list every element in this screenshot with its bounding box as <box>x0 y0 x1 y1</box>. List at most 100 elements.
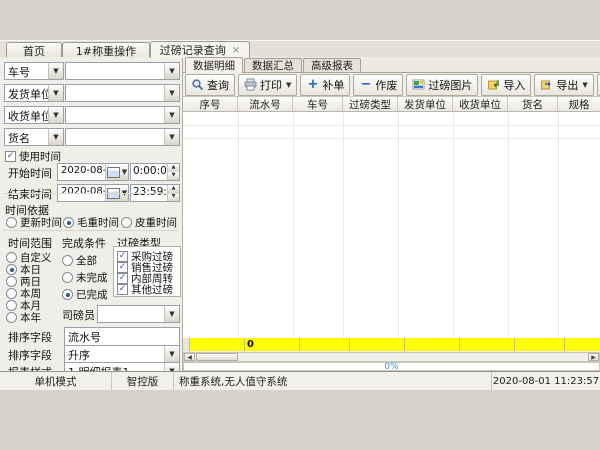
radio-update-time[interactable]: 更新时间 <box>6 215 62 230</box>
start-time-label: 开始时间 <box>8 165 52 181</box>
use-time-checkbox[interactable]: ✓ 使用时间 <box>5 149 61 164</box>
radio-icon <box>62 255 73 266</box>
goods-value-combo[interactable]: ▼ <box>65 128 180 146</box>
sort-field-label: 排序字段 <box>8 329 52 345</box>
weigh-photo-button[interactable]: 过磅图片 <box>406 74 478 96</box>
chevron-down-icon[interactable]: ▼ <box>48 63 63 79</box>
radio-gross-time[interactable]: 毛重时间 <box>63 215 119 230</box>
checkbox-checked-icon: ✓ <box>117 284 128 295</box>
scroll-left-icon[interactable]: ◀ <box>184 353 195 361</box>
sort-order-combo[interactable]: 升序▼ <box>64 345 180 363</box>
goods-field-select[interactable]: 货名▼ <box>4 128 64 146</box>
close-icon[interactable]: × <box>232 45 240 56</box>
radio-icon <box>6 312 17 323</box>
time-range-label: 时间范围 <box>8 235 52 251</box>
horizontal-scrollbar[interactable]: ◀ ▶ <box>183 352 600 362</box>
weigher-label: 司磅员 <box>62 307 95 323</box>
vehicle-no-field-select[interactable]: 车号▼ <box>4 62 64 80</box>
shipper-field-select[interactable]: 发货单位▼ <box>4 84 64 102</box>
report-style-combo[interactable]: 1.明细报表1▼ <box>64 362 180 371</box>
export-button[interactable]: 导出 ▼ <box>534 74 593 96</box>
subtab-data-detail[interactable]: 数据明细 <box>185 57 243 73</box>
summary-cell <box>190 338 245 351</box>
col-header-seq[interactable]: 序号 <box>183 97 238 111</box>
toolbar: 查询 打印 ▼ + 补单 − 作废 过磅图片 导入 <box>183 73 600 96</box>
status-datetime: 2020-08-01 11:23:57 <box>492 372 600 390</box>
data-subtab-strip: 数据明细 数据汇总 高级报表 <box>183 57 600 73</box>
radio-icon <box>121 217 132 228</box>
progress-bar: 0% <box>183 362 600 371</box>
status-edition: 智控版 <box>112 372 174 390</box>
shipper-value-combo[interactable]: ▼ <box>65 84 180 102</box>
calendar-icon[interactable]: ▼ <box>105 164 128 180</box>
scroll-right-icon[interactable]: ▶ <box>588 353 599 361</box>
col-header-spec[interactable]: 规格 <box>558 97 600 111</box>
filter-panel: 车号▼ ▼ 发货单位▼ ▼ 收货单位▼ ▼ 货名▼ ▼ ✓ 使用时间 开始时间 … <box>0 57 183 371</box>
chevron-down-icon[interactable]: ▼ <box>582 81 587 89</box>
table-header: 序号 流水号 车号 过磅类型 发货单位 收货单位 货名 规格 <box>183 96 600 112</box>
col-header-goods[interactable]: 货名 <box>508 97 558 111</box>
printer-icon <box>244 78 257 91</box>
table-body[interactable] <box>183 112 600 338</box>
summary-cell <box>300 338 350 351</box>
tab-home[interactable]: 首页 <box>6 42 62 58</box>
chevron-down-icon[interactable]: ▼ <box>164 363 179 371</box>
radio-finished[interactable]: 已完成 <box>62 287 108 302</box>
summary-cell <box>460 338 515 351</box>
weigher-combo[interactable]: ▼ <box>97 305 180 323</box>
scrollbar-thumb[interactable] <box>196 353 238 361</box>
summary-cell <box>350 338 405 351</box>
spinner-arrows-icon[interactable]: ▲▼ <box>167 164 179 180</box>
radio-icon <box>62 272 73 283</box>
chevron-down-icon[interactable]: ▼ <box>164 63 179 79</box>
sort-field-input[interactable]: 流水号 <box>64 327 180 346</box>
checkbox-other-weigh[interactable]: ✓其他过磅 <box>117 282 173 297</box>
chevron-down-icon[interactable]: ▼ <box>164 346 179 362</box>
finish-cond-label: 完成条件 <box>62 235 106 251</box>
print-button[interactable]: 打印 ▼ <box>238 74 297 96</box>
col-header-serial-no[interactable]: 流水号 <box>238 97 293 111</box>
chevron-down-icon[interactable]: ▼ <box>164 85 179 101</box>
query-button[interactable]: 查询 <box>185 74 235 96</box>
tab-weighing-operation[interactable]: 1#称重操作 <box>62 42 150 58</box>
subtab-advanced-report[interactable]: 高级报表 <box>303 58 361 72</box>
radio-tare-time[interactable]: 皮重时间 <box>121 215 177 230</box>
radio-this-year[interactable]: 本年 <box>6 310 41 325</box>
chevron-down-icon[interactable]: ▼ <box>48 107 63 123</box>
summary-cell <box>515 338 565 351</box>
import-button[interactable]: 导入 <box>481 74 531 96</box>
vehicle-no-value-combo[interactable]: ▼ <box>65 62 180 80</box>
col-header-vehicle-no[interactable]: 车号 <box>293 97 343 111</box>
radio-all[interactable]: 全部 <box>62 253 97 268</box>
plus-icon: + <box>306 78 319 91</box>
tab-weighing-record-query[interactable]: 过磅记录查询 × <box>150 41 250 58</box>
search-icon <box>191 78 204 91</box>
receiver-field-select[interactable]: 收货单位▼ <box>4 106 64 124</box>
receiver-value-combo[interactable]: ▼ <box>65 106 180 124</box>
weigh-type-box: ✓采购过磅 ✓销售过磅 ✓内部周转 ✓其他过磅 <box>113 246 181 297</box>
chevron-down-icon[interactable]: ▼ <box>164 107 179 123</box>
chevron-down-icon[interactable]: ▼ <box>164 129 179 145</box>
start-date-picker[interactable]: 2020-08-01 ▼ <box>57 163 129 181</box>
summary-cell-serial-count: 0 <box>245 338 300 351</box>
supplement-order-button[interactable]: + 补单 <box>300 74 350 96</box>
radio-icon <box>6 217 17 228</box>
col-header-shipper[interactable]: 发货单位 <box>398 97 453 111</box>
void-button[interactable]: − 作废 <box>353 74 403 96</box>
summary-row: 0 <box>183 338 600 351</box>
chevron-down-icon[interactable]: ▼ <box>48 129 63 145</box>
radio-unfinished[interactable]: 未完成 <box>62 270 108 285</box>
import-icon <box>487 78 500 91</box>
chevron-down-icon[interactable]: ▼ <box>286 81 291 89</box>
end-time-label: 结束时间 <box>8 186 52 202</box>
chevron-down-icon[interactable]: ▼ <box>164 306 179 322</box>
chevron-down-icon[interactable]: ▼ <box>48 85 63 101</box>
status-mode: 单机模式 <box>0 372 112 390</box>
radio-selected-icon <box>62 289 73 300</box>
col-header-weigh-type[interactable]: 过磅类型 <box>343 97 398 111</box>
subtab-data-summary[interactable]: 数据汇总 <box>244 58 302 72</box>
status-system-name: 称重系统,无人值守系统 <box>174 372 492 390</box>
start-time-spinner[interactable]: 0:00:00 ▲▼ <box>130 163 180 181</box>
col-header-receiver[interactable]: 收货单位 <box>453 97 508 111</box>
progress-label: 0% <box>384 362 398 372</box>
